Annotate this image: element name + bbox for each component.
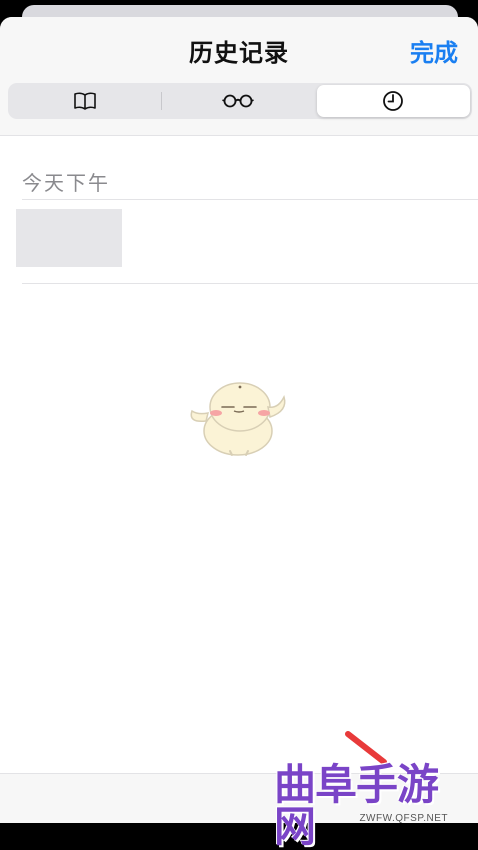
section-header-today-afternoon: 今天下午 <box>22 173 110 195</box>
book-icon <box>73 92 96 110</box>
history-thumbnail <box>16 209 122 267</box>
divider <box>22 283 478 284</box>
history-item[interactable] <box>0 201 478 285</box>
done-button[interactable]: 完成 <box>410 33 458 68</box>
page-title: 历史记录 <box>189 40 289 67</box>
tab-reading-list[interactable] <box>161 83 314 119</box>
loading-mascot-illustration <box>190 382 286 456</box>
history-sheet: 历史记录 完成 今天下午 <box>0 17 478 823</box>
watermark-logo: 曲阜手游网 <box>274 761 439 850</box>
segmented-control <box>8 83 472 119</box>
clock-icon <box>383 91 404 111</box>
tab-bookmarks[interactable] <box>8 83 161 119</box>
glasses-icon <box>222 94 254 108</box>
divider <box>22 199 478 200</box>
watermark: 曲阜手游网 ZWFW.QFSP.NET <box>268 710 478 848</box>
header: 历史记录 完成 <box>0 17 478 136</box>
tab-history[interactable] <box>316 85 470 117</box>
watermark-url: ZWFW.QFSP.NET <box>359 813 448 824</box>
